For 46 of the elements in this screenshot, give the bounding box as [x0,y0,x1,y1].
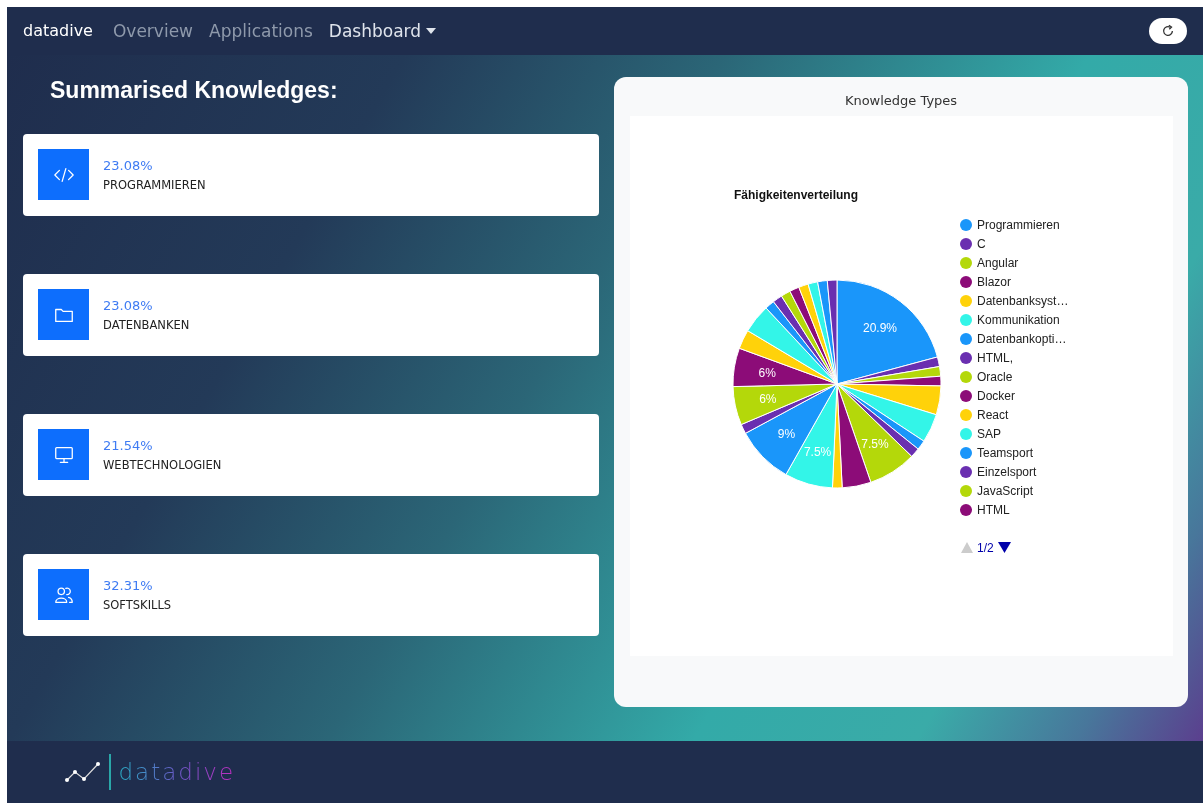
legend-label: Programmieren [976,217,1060,232]
legend-label: C [976,236,986,251]
legend-label: HTML, [976,350,1013,365]
people-icon [38,569,89,621]
legend-page: 1/2 [976,540,994,555]
legend-label: Oracle [976,369,1012,384]
stat-percent: 23.08% [103,157,154,173]
monitor-icon [38,429,89,481]
code-icon [38,149,89,201]
legend-label: Blazor [976,274,1011,289]
slice-label: 7.5% [860,436,889,451]
slice-label: 9% [777,426,795,441]
next-page-icon[interactable] [997,541,1011,553]
stat-label: PROGRAMMIEREN [103,177,206,192]
stat-percent: 21.54% [103,437,154,453]
legend-label: Docker [976,388,1015,403]
slice-label: 6% [758,391,777,406]
legend-label: Datenbanksyst… [976,293,1068,308]
stat-percent: 32.31% [103,577,154,593]
stat-percent: 23.08% [103,297,154,313]
legend-label: JavaScript [976,483,1033,498]
panel-title: Knowledge Types [844,92,958,110]
legend-label: Datenbankopti… [976,331,1066,346]
legend-label: Einzelsport [976,464,1036,479]
legend-label: Kommunikation [976,312,1060,327]
refresh-icon [1161,23,1175,38]
refresh-button[interactable] [1149,17,1187,44]
legend-label: Teamsport [976,445,1033,460]
legend-label: HTML [976,502,1010,517]
legend-label: SAP [976,426,1001,441]
chart-title: Fähigkeitenverteilung [733,187,858,202]
stat-label: DATENBANKEN [103,317,190,332]
nav-link[interactable]: Overview [112,20,193,41]
brand-link[interactable]: datadive [23,21,93,41]
legend-label: Angular [976,255,1018,270]
stat-label: SOFTSKILLS [103,597,172,612]
nav-link[interactable]: Dashboard [328,20,437,41]
nav-link[interactable]: Applications [209,20,313,41]
legend-label: React [976,407,1008,422]
stat-label: WEBTECHNOLOGIEN [103,457,222,472]
slice-label: 6% [758,365,776,380]
line-chart-icon [65,760,101,783]
page-heading: Summarised Knowledges: [50,76,339,105]
slice-label: 20.9% [862,320,897,335]
slice-label: 7.5% [803,444,831,459]
folder-icon [38,289,89,341]
